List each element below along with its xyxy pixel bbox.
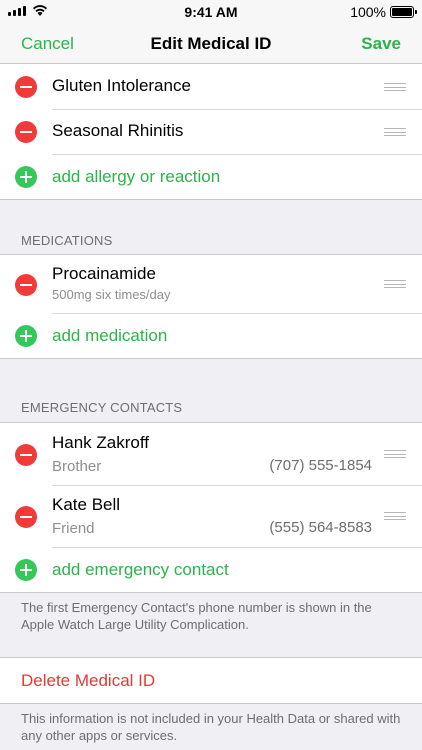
remove-icon[interactable] <box>15 506 37 528</box>
allergy-label: Seasonal Rhinitis <box>52 121 184 140</box>
reorder-handle-icon[interactable] <box>384 280 406 288</box>
list-item: Kate Bell Friend (555) 564-8583 <box>0 485 422 547</box>
emergency-contacts-footnote: The first Emergency Contact's phone numb… <box>21 600 372 632</box>
allergies-section: Gluten Intolerance Seasonal Rhinitis add… <box>0 63 422 200</box>
add-icon[interactable] <box>15 166 37 188</box>
remove-icon[interactable] <box>15 274 37 296</box>
battery-percentage: 100% <box>350 4 386 20</box>
remove-icon[interactable] <box>15 76 37 98</box>
reorder-handle-icon[interactable] <box>384 83 406 91</box>
medication-dose: 500mg six times/day <box>52 287 171 302</box>
add-icon[interactable] <box>15 559 37 581</box>
add-emergency-contact-row[interactable]: add emergency contact <box>0 547 422 592</box>
reorder-handle-icon[interactable] <box>384 128 406 136</box>
privacy-footnote: This information is not included in your… <box>21 711 401 743</box>
add-allergy-button[interactable]: add allergy or reaction <box>52 167 220 187</box>
contact-relation: Brother <box>52 458 102 475</box>
add-icon[interactable] <box>15 325 37 347</box>
list-item: Hank Zakroff Brother (707) 555-1854 <box>0 423 422 485</box>
medications-header: MEDICATIONS <box>21 233 113 248</box>
allergy-label: Gluten Intolerance <box>52 76 191 95</box>
delete-medical-id-row[interactable]: Delete Medical ID <box>0 657 422 704</box>
emergency-contacts-section: Hank Zakroff Brother (707) 555-1854 Kate… <box>0 422 422 593</box>
list-item: Gluten Intolerance <box>0 64 422 109</box>
medication-name: Procainamide <box>52 264 156 283</box>
contact-phone: (555) 564-8583 <box>269 519 372 536</box>
save-button[interactable]: Save <box>361 34 401 54</box>
delete-medical-id-button[interactable]: Delete Medical ID <box>21 671 155 691</box>
add-emergency-contact-button[interactable]: add emergency contact <box>52 560 229 580</box>
contact-name: Kate Bell <box>52 495 121 514</box>
remove-icon[interactable] <box>15 444 37 466</box>
list-item: Procainamide 500mg six times/day <box>0 255 422 313</box>
add-medication-row[interactable]: add medication <box>0 313 422 358</box>
add-medication-button[interactable]: add medication <box>52 326 167 346</box>
reorder-handle-icon[interactable] <box>384 512 406 520</box>
contact-name: Hank Zakroff <box>52 433 150 452</box>
remove-icon[interactable] <box>15 121 37 143</box>
page-title: Edit Medical ID <box>150 34 272 53</box>
contact-phone: (707) 555-1854 <box>269 457 372 474</box>
navigation-bar: Cancel Edit Medical ID Save <box>0 24 422 64</box>
reorder-handle-icon[interactable] <box>384 450 406 458</box>
list-item: Seasonal Rhinitis <box>0 109 422 154</box>
status-bar: 9:41 AM 100% <box>0 0 422 24</box>
add-allergy-row[interactable]: add allergy or reaction <box>0 154 422 199</box>
contact-relation: Friend <box>52 520 95 537</box>
battery-icon <box>390 6 417 18</box>
medications-section: Procainamide 500mg six times/day add med… <box>0 254 422 359</box>
emergency-contacts-header: EMERGENCY CONTACTS <box>21 400 183 415</box>
